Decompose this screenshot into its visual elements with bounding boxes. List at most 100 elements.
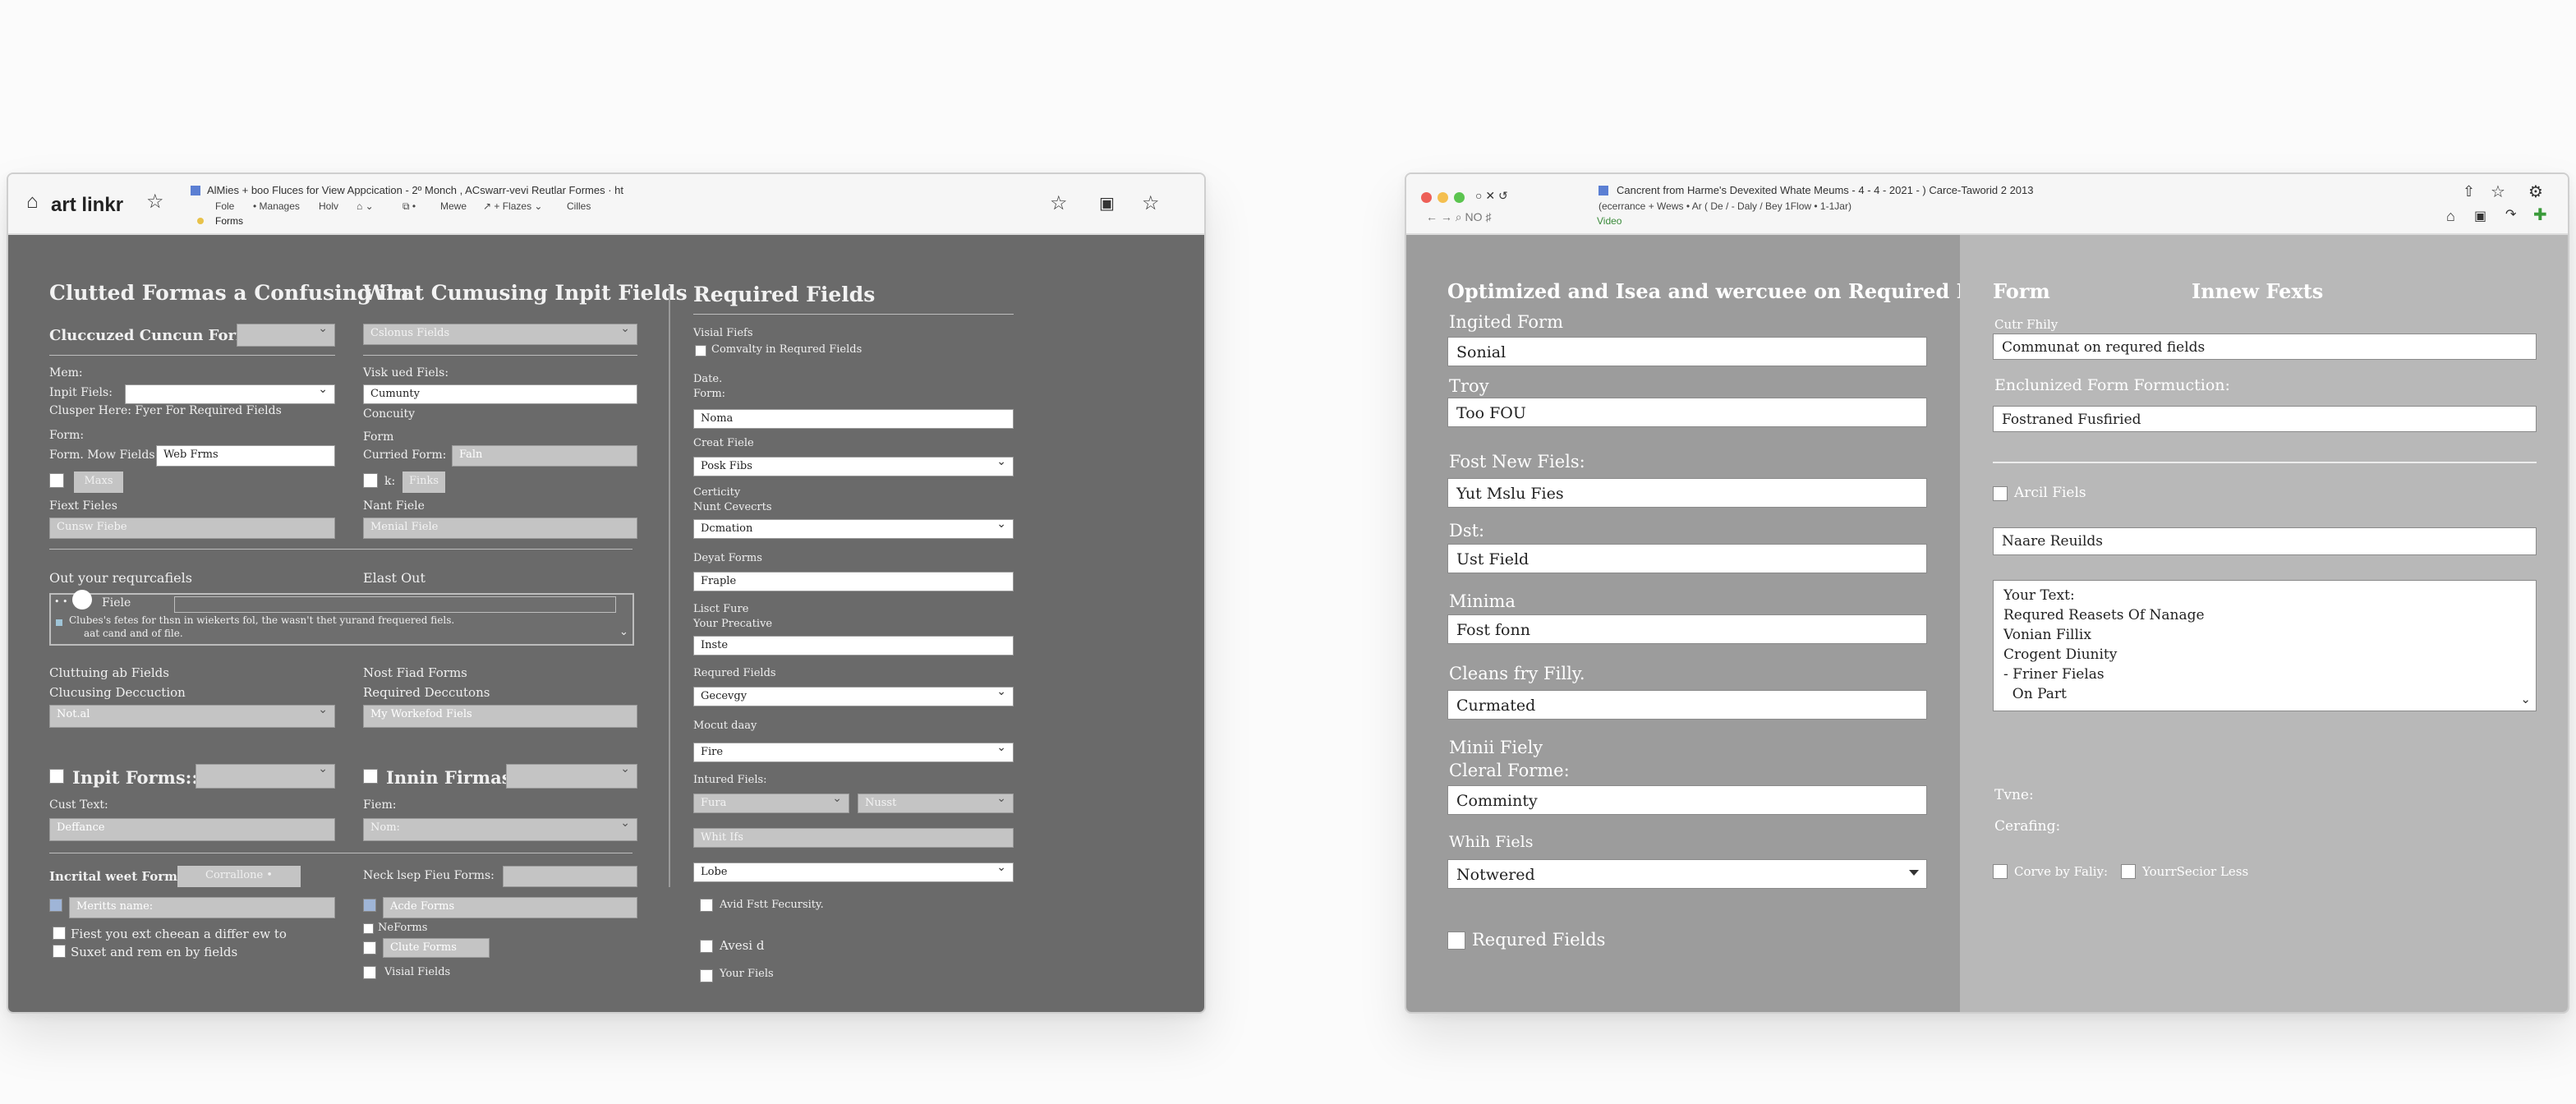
clucusing-select[interactable]: Not.al: [49, 705, 335, 728]
requred-fields-checkbox[interactable]: [1447, 932, 1465, 950]
custom-form-select[interactable]: [237, 324, 335, 347]
window-icon-right[interactable]: ▣: [2474, 210, 2486, 223]
field-4-input[interactable]: Fost fonn: [1447, 614, 1927, 644]
date-input[interactable]: Noma: [693, 409, 1014, 429]
finks-checkbox[interactable]: [363, 473, 378, 488]
field-2-input[interactable]: Yut Mslu Fies: [1447, 478, 1927, 508]
zoom-window-button[interactable]: [1454, 192, 1465, 203]
star-icon[interactable]: ☆: [1050, 194, 1068, 214]
share-icon[interactable]: ⇧: [2463, 184, 2475, 199]
meritts-checkbox[interactable]: [49, 899, 62, 912]
field-3-input[interactable]: Ust Field: [1447, 544, 1927, 573]
window-icon[interactable]: ▣: [1099, 196, 1115, 212]
favorite-icon[interactable]: ☆: [1142, 194, 1160, 214]
current-form-input[interactable]: Faln: [452, 445, 637, 467]
clute-input[interactable]: Clute Forms: [383, 938, 490, 958]
cust-text-input[interactable]: Deffance: [49, 818, 335, 841]
nav-icons[interactable]: ○ ✕ ↺: [1475, 189, 1508, 203]
maxs-button[interactable]: Maxs: [74, 472, 123, 493]
mocut-select[interactable]: Fire: [693, 743, 1014, 762]
yourr-checkbox[interactable]: [2121, 864, 2136, 879]
video-label[interactable]: Video: [1597, 215, 1622, 227]
form-row-input[interactable]: Web Frms: [156, 445, 335, 467]
nav-row2-icons[interactable]: ← → ⌕ NO ♯: [1426, 210, 1491, 224]
your-text-textarea[interactable]: Your Text: Requred Reasets Of Nanage Von…: [1993, 580, 2537, 711]
your-prec-input[interactable]: Inste: [693, 636, 1014, 656]
input-forms-select[interactable]: [196, 764, 335, 789]
fexet-input[interactable]: Cunsw Fiebe: [49, 518, 335, 539]
maxs-checkbox[interactable]: [49, 473, 64, 488]
menu-holv[interactable]: Holv: [319, 200, 338, 212]
my-workefod-input[interactable]: My Workefod Fiels: [363, 705, 637, 728]
note-chevron-icon[interactable]: ⌄: [619, 626, 628, 638]
home-icon[interactable]: ⌂: [26, 192, 39, 212]
extension-icon[interactable]: ↷: [2505, 209, 2516, 222]
note-input-line[interactable]: [174, 596, 616, 613]
visial-checkbox[interactable]: [363, 966, 376, 979]
settings-icon[interactable]: ⚙: [2528, 184, 2543, 200]
forms-tab-label[interactable]: Forms: [215, 215, 243, 227]
input-forms-checkbox[interactable]: [49, 769, 64, 784]
acde-input[interactable]: Acde Forms: [383, 897, 637, 918]
visit-input[interactable]: Cumunty: [363, 384, 637, 404]
right-toolbar-row2[interactable]: (ecerrance + Wews • Ar ( De / - Daly / B…: [1598, 200, 1852, 212]
acde-checkbox[interactable]: [363, 899, 376, 912]
cleral-input[interactable]: Comminty: [1447, 785, 1927, 815]
lobe-select[interactable]: Lobe: [693, 862, 1014, 882]
requred-select[interactable]: Gecevgy: [693, 687, 1014, 706]
creat-select[interactable]: Posk Fibs: [693, 457, 1014, 476]
close-window-button[interactable]: [1421, 192, 1432, 203]
nunt-select[interactable]: Dcmation: [693, 519, 1014, 539]
menu-fole[interactable]: Fole: [215, 200, 234, 212]
input-fields-select[interactable]: [125, 384, 335, 404]
deyat-input[interactable]: Fraple: [693, 572, 1014, 591]
whih-select[interactable]: Notwered: [1447, 859, 1927, 889]
col2-select[interactable]: Cslonus Fields: [363, 324, 637, 345]
nant-input[interactable]: Menial Fiele: [363, 518, 637, 539]
innin-select[interactable]: [506, 764, 637, 789]
menu-home[interactable]: ⌂ ⌄: [356, 200, 374, 212]
minimize-window-button[interactable]: [1438, 192, 1448, 203]
field-1-input[interactable]: Too FOU: [1447, 398, 1927, 427]
field-3-label: Dst:: [1449, 521, 1485, 540]
menu-copy[interactable]: ⧉ •: [402, 200, 416, 213]
your-fiels-checkbox[interactable]: [700, 969, 713, 982]
corve-checkbox[interactable]: [1993, 864, 2008, 879]
menu-cilles[interactable]: Cilles: [567, 200, 591, 212]
field-0-input[interactable]: Sonial: [1447, 337, 1927, 366]
mocut-label: Mocut daay: [693, 720, 757, 732]
finks-button[interactable]: Finks: [402, 472, 445, 493]
bookmark-star-icon[interactable]: ☆: [146, 192, 164, 212]
star-icon-right[interactable]: ☆: [2491, 184, 2505, 200]
right-tab-title[interactable]: Cancrent from Harme's Devexited Whate Me…: [1617, 184, 2034, 196]
arcil-checkbox[interactable]: [1993, 486, 2008, 501]
comvalty-checkbox[interactable]: [695, 345, 706, 356]
menu-flazes[interactable]: ↗ + Flazes ⌄: [483, 200, 542, 212]
fiem-select[interactable]: Nom:: [363, 818, 637, 841]
check-1-box[interactable]: [53, 927, 66, 940]
neforms-checkbox[interactable]: [363, 923, 374, 934]
check-2-box[interactable]: [53, 945, 66, 958]
intured-select-b[interactable]: Nusst: [858, 794, 1014, 813]
note-handle-icon[interactable]: [72, 590, 92, 610]
textarea-resize-icon[interactable]: ⌄: [2520, 689, 2531, 709]
meritts-input[interactable]: Meritts name:: [69, 897, 335, 918]
avesid-checkbox[interactable]: [700, 940, 713, 953]
home-icon-right[interactable]: ⌂: [2446, 209, 2455, 223]
white-input[interactable]: Whit Ifs: [693, 828, 1014, 848]
cutr-input[interactable]: Communat on requred fields: [1993, 334, 2537, 360]
green-add-icon[interactable]: ✚: [2533, 207, 2547, 223]
naare-input[interactable]: Naare Reuilds: [1993, 527, 2537, 555]
neck-input[interactable]: [503, 866, 637, 887]
clute-checkbox[interactable]: [363, 941, 376, 954]
enclun-input[interactable]: Fostraned Fusfiried: [1993, 406, 2537, 432]
avid-checkbox[interactable]: [700, 899, 713, 912]
tab-title[interactable]: AlMies + boo Fluces for View Appcication…: [207, 184, 623, 196]
whih-select-arrow-icon[interactable]: [1909, 870, 1919, 876]
innin-checkbox[interactable]: [363, 769, 378, 784]
incrital-button[interactable]: Corrallone •: [177, 866, 301, 887]
menu-mewe[interactable]: Mewe: [440, 200, 467, 212]
intured-select-a[interactable]: Fura: [693, 794, 849, 813]
menu-manages[interactable]: • Manages: [253, 200, 300, 212]
field-5-input[interactable]: Curmated: [1447, 690, 1927, 720]
